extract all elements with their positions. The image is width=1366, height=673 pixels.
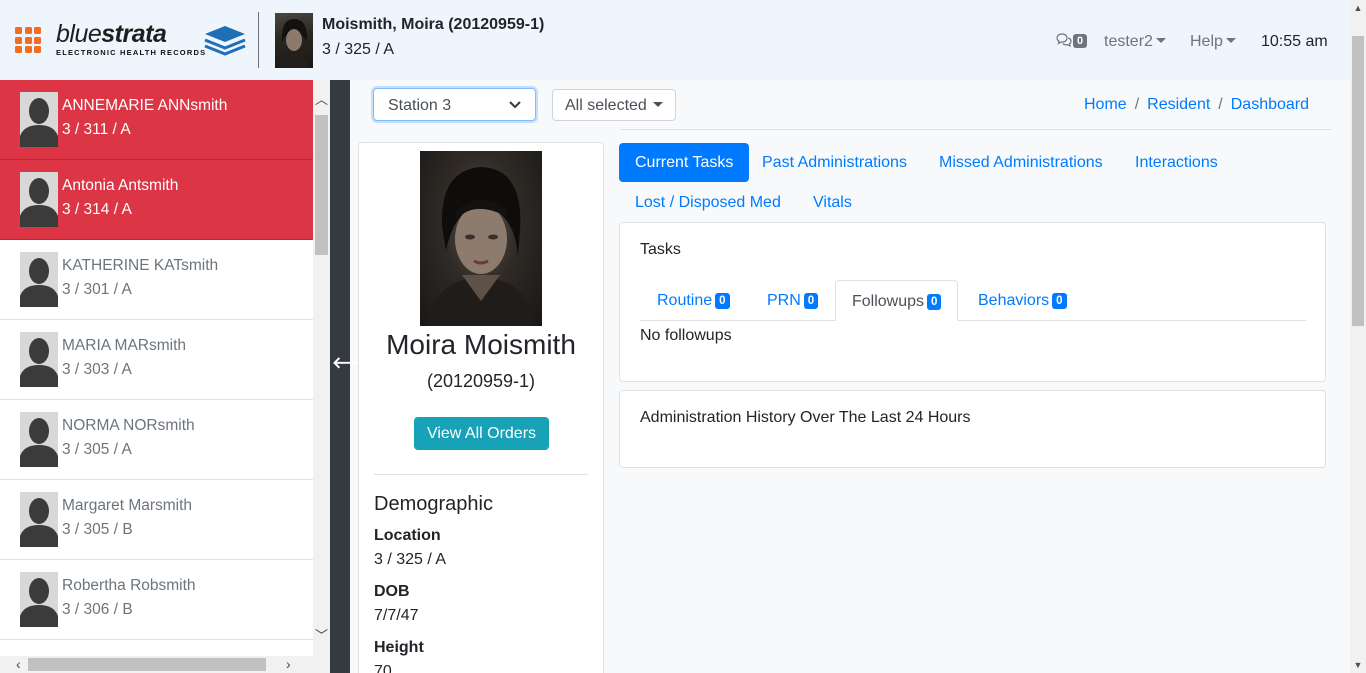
resident-list-item[interactable]: NORMA NORsmith 3 / 305 / A — [0, 400, 313, 480]
logo-stack-icon — [204, 26, 246, 56]
resident-list-item[interactable]: MARIA MARsmith 3 / 303 / A — [0, 320, 313, 400]
tab-lost-disposed-med[interactable]: Lost / Disposed Med — [619, 183, 797, 222]
resident-list-scrollbar[interactable]: ︿ ﹀ — [313, 80, 330, 656]
tasks-heading: Tasks — [640, 241, 681, 258]
dob-value: 7/7/47 — [374, 607, 419, 624]
tab-past-administrations[interactable]: Past Administrations — [746, 143, 923, 182]
collapse-sidebar-toggle[interactable]: 🡐 — [330, 80, 375, 673]
resident-name: NORMA NORsmith — [62, 417, 195, 434]
apps-grid-icon[interactable] — [15, 27, 41, 53]
scroll-up-icon[interactable]: ▲ — [1350, 0, 1366, 16]
resident-location: 3 / 303 / A — [62, 361, 132, 378]
resident-list-item[interactable]: Robertha Robsmith 3 / 306 / B — [0, 560, 313, 640]
caret-down-icon — [653, 102, 663, 107]
height-value: 70 — [374, 663, 392, 673]
resident-name: MARIA MARsmith — [62, 337, 187, 354]
messages-count-badge: 0 — [1073, 33, 1088, 48]
multi-select-filter[interactable]: All selected — [552, 89, 676, 121]
chevron-down-icon[interactable]: ﹀ — [313, 628, 330, 644]
resident-location: 3 / 306 / B — [62, 601, 133, 618]
avatar — [20, 332, 58, 387]
avatar — [20, 92, 58, 147]
behaviors-count-badge: 0 — [1052, 293, 1067, 309]
location-value: 3 / 325 / A — [374, 551, 447, 568]
resident-photo — [420, 151, 542, 326]
followups-count-badge: 0 — [927, 294, 942, 310]
resident-list-scroll-thumb[interactable] — [315, 115, 328, 255]
avatar — [20, 572, 58, 627]
patient-photo-thumb — [275, 13, 313, 68]
resident-profile-card: Moira Moismith (20120959-1) View All Ord… — [358, 142, 604, 673]
avatar — [20, 252, 58, 307]
resident-list-item[interactable]: ANNEMARIE ANNsmith 3 / 311 / A — [0, 80, 313, 160]
empty-followups-text: No followups — [640, 327, 732, 344]
dob-label: DOB — [374, 583, 410, 600]
comments-icon — [1056, 33, 1072, 48]
bluestrata-logo[interactable]: bluestrata ELECTRONIC HEALTH RECORDS — [56, 22, 246, 58]
top-header: bluestrata ELECTRONIC HEALTH RECORDS Moi… — [0, 0, 1350, 80]
routine-count-badge: 0 — [715, 293, 730, 309]
chevron-up-icon[interactable]: ︿ — [313, 92, 330, 108]
user-caret-icon — [1155, 37, 1166, 43]
avatar — [20, 492, 58, 547]
help-menu[interactable]: Help — [1190, 33, 1236, 51]
window-scroll-thumb[interactable] — [1352, 36, 1364, 326]
help-caret-icon — [1225, 37, 1236, 43]
resident-list-hscrollbar[interactable]: ‹ › — [0, 656, 330, 673]
view-all-orders-button[interactable]: View All Orders — [414, 417, 549, 450]
breadcrumb-resident[interactable]: Resident — [1147, 96, 1210, 114]
user-menu[interactable]: tester2 — [1104, 33, 1166, 51]
breadcrumb-home[interactable]: Home — [1084, 96, 1127, 114]
subtab-prn[interactable]: PRN 0 — [751, 280, 834, 321]
resident-name: Antonia Antsmith — [62, 177, 179, 194]
resident-list-item[interactable]: Margaret Marsmith 3 / 305 / B — [0, 480, 313, 560]
messages-button[interactable]: 0 — [1056, 33, 1088, 48]
resident-location: 3 / 311 / A — [62, 121, 131, 138]
resident-list: ANNEMARIE ANNsmith 3 / 311 / A Antonia Ant… — [0, 80, 313, 656]
subtab-followups[interactable]: Followups 0 — [835, 280, 959, 321]
chevron-left-icon[interactable]: ‹ — [16, 656, 21, 673]
resident-list-item[interactable]: KATHERINE KATsmith 3 / 301 / A — [0, 240, 313, 320]
resident-name: Robertha Robsmith — [62, 577, 196, 594]
station-select[interactable]: Station 3 — [373, 88, 536, 121]
breadcrumb-divider — [620, 129, 1332, 130]
resident-name: ANNEMARIE ANNsmith — [62, 97, 228, 114]
breadcrumb: Home / Resident / Dashboard — [1084, 96, 1310, 114]
avatar — [20, 412, 58, 467]
tasks-card: Tasks Routine 0 PRN 0 Followups 0 Behaviors… — [619, 222, 1326, 382]
demographic-heading: Demographic — [374, 493, 493, 515]
resident-id: (20120959-1) — [426, 371, 536, 391]
tab-vitals[interactable]: Vitals — [797, 183, 868, 222]
subtab-behaviors[interactable]: Behaviors 0 — [962, 280, 1083, 321]
resident-list-hscroll-thumb[interactable] — [28, 658, 266, 671]
patient-header-name: Moismith, Moira (20120959-1) — [322, 16, 545, 33]
tab-current-tasks[interactable]: Current Tasks — [619, 143, 750, 182]
administration-history-card: Administration History Over The Last 24 … — [619, 390, 1326, 468]
prn-count-badge: 0 — [803, 293, 819, 309]
resident-name: Moira Moismith — [386, 329, 576, 360]
resident-location: 3 / 301 / A — [62, 281, 132, 298]
avatar — [20, 172, 58, 227]
resident-name: KATHERINE KATsmith — [62, 257, 219, 274]
breadcrumb-dashboard[interactable]: Dashboard — [1231, 96, 1309, 114]
patient-header-location: 3 / 325 / A — [322, 41, 395, 58]
resident-name: Margaret Marsmith — [62, 497, 193, 514]
profile-divider — [374, 474, 588, 475]
current-time: 10:55 am — [1261, 33, 1328, 50]
resident-location: 3 / 305 / A — [62, 441, 132, 458]
resident-location: 3 / 314 / A — [62, 201, 132, 218]
window-scrollbar[interactable]: ▲ ▼ — [1350, 0, 1366, 673]
location-label: Location — [374, 527, 441, 544]
administration-history-heading: Administration History Over The Last 24 … — [640, 409, 971, 426]
resident-location: 3 / 305 / B — [62, 521, 133, 538]
resident-list-item[interactable]: Antonia Antsmith 3 / 314 / A — [0, 160, 313, 240]
header-divider — [258, 12, 259, 68]
scroll-down-icon[interactable]: ▼ — [1350, 657, 1366, 673]
subtab-routine[interactable]: Routine 0 — [641, 280, 746, 321]
tab-missed-administrations[interactable]: Missed Administrations — [923, 143, 1119, 182]
chevron-down-icon — [509, 101, 521, 109]
tab-interactions[interactable]: Interactions — [1119, 143, 1234, 182]
chevron-right-icon[interactable]: › — [286, 656, 291, 673]
height-label: Height — [374, 639, 424, 656]
